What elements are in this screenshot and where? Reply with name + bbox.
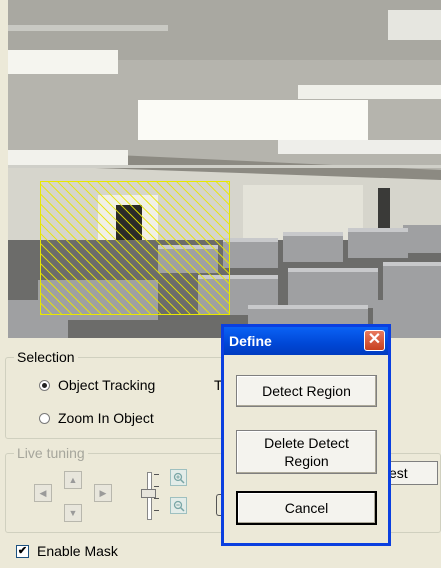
cancel-button[interactable]: Cancel [236, 491, 377, 525]
slider-tick [154, 510, 159, 511]
dialog-title: Define [229, 333, 272, 349]
zoom-out-icon[interactable] [170, 497, 187, 514]
enable-mask-checkbox[interactable]: ✔ [16, 544, 29, 558]
detect-region-button[interactable]: Detect Region [236, 375, 377, 407]
down-arrow-icon[interactable]: ▼ [64, 504, 82, 522]
radio-object-tracking[interactable]: Object Tracking [39, 377, 155, 393]
test-button-label: est [389, 465, 408, 481]
zoom-slider-thumb[interactable] [141, 489, 156, 498]
enable-mask-checkbox-row[interactable]: ✔ Enable Mask [16, 543, 118, 559]
slider-tick [154, 474, 159, 475]
radio-label-object-tracking: Object Tracking [58, 377, 156, 393]
slider-tick [154, 498, 159, 499]
define-dialog: Define ✕ Detect Region Delete Detect Reg… [221, 324, 391, 546]
zoom-in-icon[interactable] [170, 469, 187, 486]
mask-region-overlay[interactable] [40, 181, 230, 315]
slider-tick [154, 486, 159, 487]
up-arrow-icon[interactable]: ▲ [64, 471, 82, 489]
left-arrow-icon[interactable]: ◀ [34, 484, 52, 502]
selection-group [5, 357, 245, 439]
radio-zoom-in-object[interactable]: Zoom In Object [39, 410, 154, 426]
right-arrow-icon[interactable]: ▶ [94, 484, 112, 502]
live-tuning-group-label: Live tuning [14, 445, 88, 461]
selection-group-label: Selection [14, 349, 78, 365]
close-icon[interactable]: ✕ [364, 330, 385, 351]
camera-video-view[interactable] [8, 0, 441, 338]
enable-mask-label: Enable Mask [37, 543, 118, 559]
radio-dot-object-tracking[interactable] [39, 379, 50, 391]
radio-dot-zoom-in-object[interactable] [39, 412, 50, 424]
delete-detect-region-button[interactable]: Delete Detect Region [236, 430, 377, 474]
radio-label-zoom-in-object: Zoom In Object [58, 410, 154, 426]
